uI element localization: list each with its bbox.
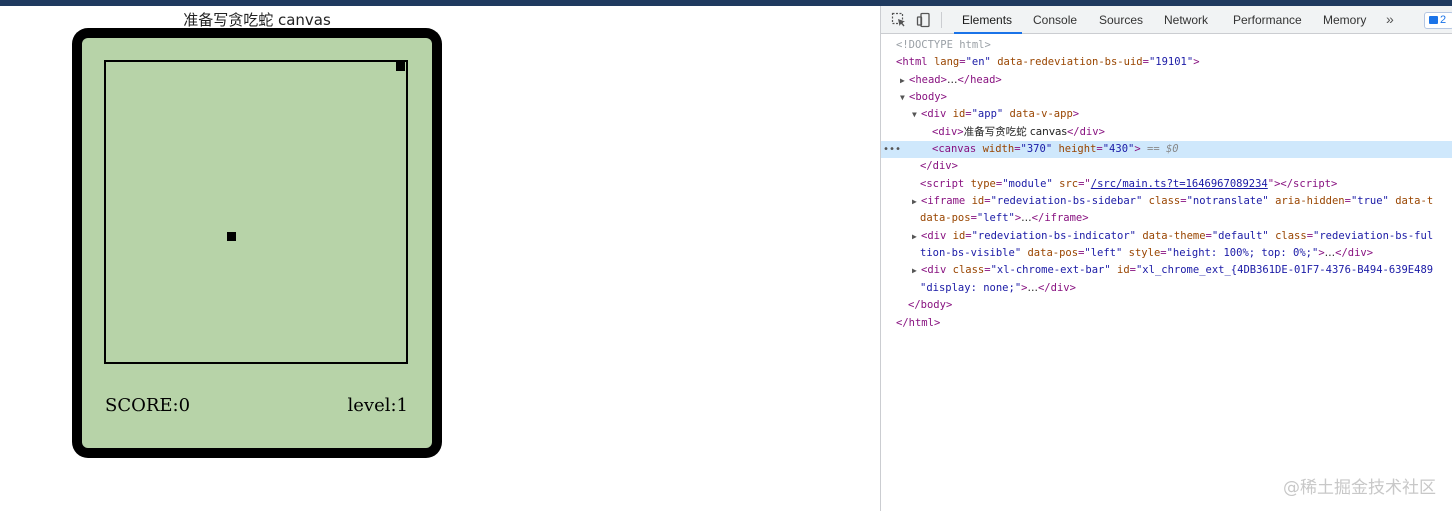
- issues-count: 2: [1440, 14, 1447, 26]
- expand-triangle-icon[interactable]: ▶: [912, 193, 921, 210]
- tab-network[interactable]: Network: [1164, 6, 1208, 34]
- dom-line-script[interactable]: <script type="module" src="/src/main.ts?…: [881, 176, 1452, 193]
- tab-performance[interactable]: Performance: [1233, 6, 1302, 34]
- food-cell: [396, 62, 405, 71]
- dom-line-head[interactable]: ▶ <head>…</head>: [881, 72, 1452, 89]
- dom-line-body-close[interactable]: </body>: [881, 297, 1452, 314]
- dom-line-doctype[interactable]: <!DOCTYPE html>: [881, 37, 1452, 54]
- game-stage: [104, 60, 408, 364]
- page-title: 准备写贪吃蛇 canvas: [183, 11, 331, 29]
- dom-line-ext-bar[interactable]: ▶ <div class="xl-chrome-ext-bar" id="xl_c…: [881, 262, 1452, 279]
- script-src-link[interactable]: /src/main.ts?t=1646967089234: [1091, 178, 1268, 190]
- collapse-triangle-icon[interactable]: ▼: [912, 106, 921, 123]
- dom-tree: <!DOCTYPE html> <html lang="en" data-red…: [881, 37, 1452, 332]
- watermark: @稀土掘金技术社区: [1283, 478, 1436, 498]
- dom-line-canvas[interactable]: ••• <canvas width="370" height="430"> == …: [881, 141, 1452, 159]
- snake-game-canvas[interactable]: SCORE:0 level:1: [72, 28, 442, 458]
- dom-line-html-close[interactable]: </html>: [881, 315, 1452, 332]
- level-label: level:1: [347, 395, 408, 416]
- message-icon: [1429, 16, 1438, 24]
- dom-line-indicator[interactable]: ▶ <div id="redeviation-bs-indicator" data…: [881, 228, 1452, 245]
- expand-triangle-icon[interactable]: ▶: [900, 72, 909, 89]
- more-tabs-icon[interactable]: »: [1386, 6, 1394, 34]
- dom-line-ext-bar-cont[interactable]: "display: none;">…</div>: [881, 280, 1452, 297]
- dom-line-iframe[interactable]: ▶ <iframe id="redeviation-bs-sidebar" cla…: [881, 193, 1452, 210]
- tab-memory[interactable]: Memory: [1323, 6, 1366, 34]
- snake-head-cell: [227, 232, 236, 241]
- dom-line-body[interactable]: ▼ <body>: [881, 89, 1452, 106]
- inspect-element-icon[interactable]: [891, 12, 907, 28]
- dom-line-div-close[interactable]: </div>: [881, 158, 1452, 175]
- issues-badge[interactable]: 2: [1424, 12, 1452, 29]
- dom-line-iframe-cont[interactable]: data-pos="left">…</iframe>: [881, 210, 1452, 227]
- toolbar-separator: [941, 12, 942, 28]
- expand-triangle-icon[interactable]: ▶: [912, 262, 921, 279]
- dom-line-html[interactable]: <html lang="en" data-redeviation-bs-uid=…: [881, 54, 1452, 71]
- more-options-icon[interactable]: •••: [883, 141, 901, 158]
- dom-line-div-text[interactable]: <div>准备写贪吃蛇 canvas</div>: [881, 124, 1452, 141]
- collapse-triangle-icon[interactable]: ▼: [900, 89, 909, 106]
- game-screen: SCORE:0 level:1: [82, 38, 432, 448]
- dom-line-div-app[interactable]: ▼ <div id="app" data-v-app>: [881, 106, 1452, 123]
- expand-triangle-icon[interactable]: ▶: [912, 228, 921, 245]
- devtools-toolbar: Elements Console Sources Network Perform…: [881, 6, 1452, 34]
- devtools-panel: Elements Console Sources Network Perform…: [880, 6, 1452, 511]
- device-toolbar-icon[interactable]: [916, 12, 932, 28]
- tab-sources[interactable]: Sources: [1099, 6, 1143, 34]
- tab-console[interactable]: Console: [1033, 6, 1077, 34]
- dom-line-indicator-cont[interactable]: tion-bs-visible" data-pos="left" style="…: [881, 245, 1452, 262]
- tab-elements[interactable]: Elements: [953, 6, 1023, 34]
- score-label: SCORE:0: [105, 395, 191, 416]
